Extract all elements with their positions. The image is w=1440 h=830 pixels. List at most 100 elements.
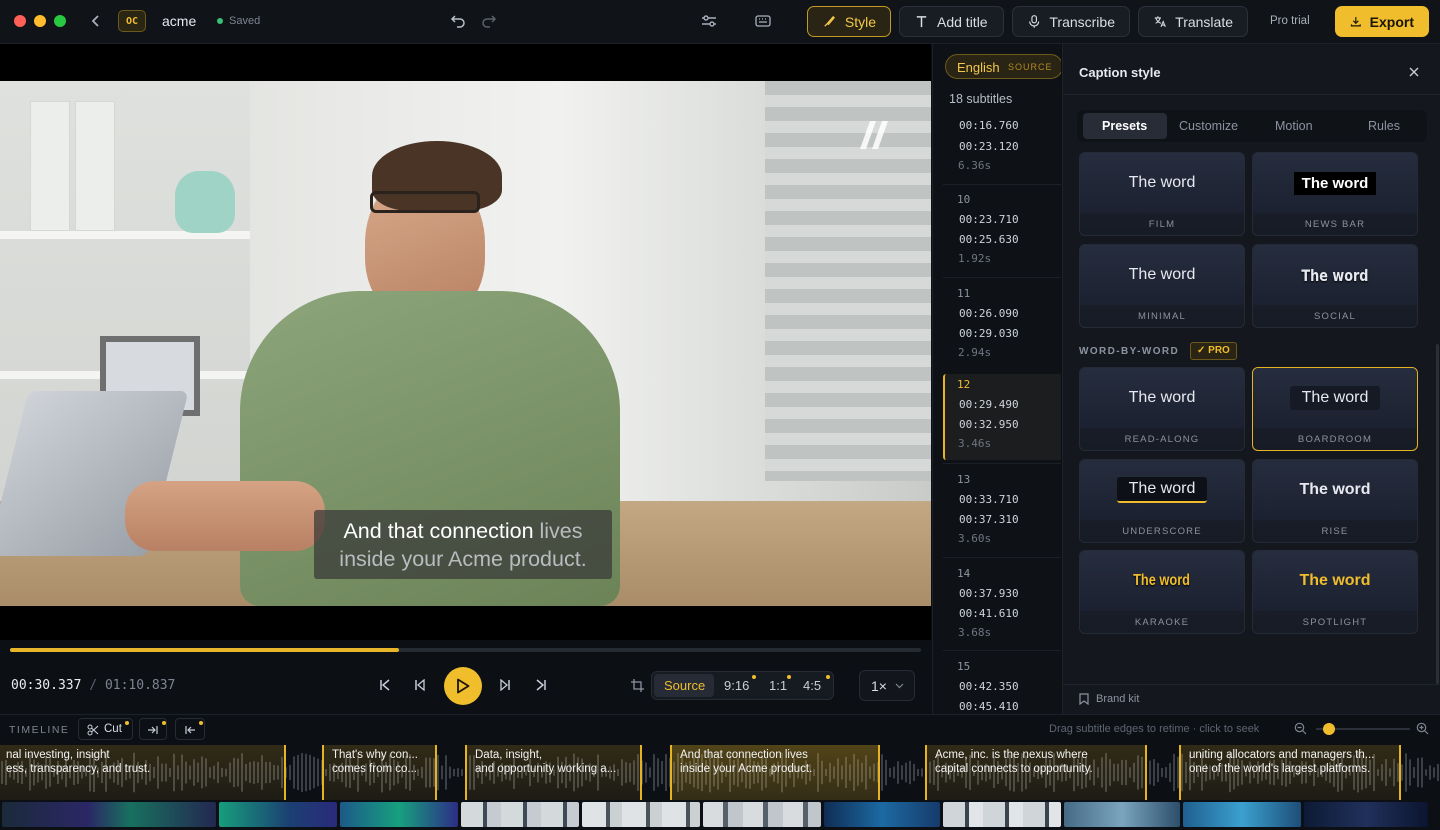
transcribe-button[interactable]: Transcribe	[1012, 6, 1130, 37]
tab-rules[interactable]: Rules	[1368, 119, 1400, 133]
subtitle-segment[interactable]: uniting allocators and managers th... one…	[1179, 745, 1401, 800]
subtitle-segment[interactable]: Acme, inc. is the nexus where capital con…	[925, 745, 1147, 800]
preset-preview: The word	[1080, 153, 1244, 213]
close-window-button[interactable]	[14, 15, 26, 27]
back-chevron-icon[interactable]	[88, 12, 104, 30]
zoom-in-icon[interactable]	[1416, 722, 1429, 735]
preset-label: SOCIAL	[1313, 311, 1357, 322]
total-time: 01:10.837	[104, 678, 176, 693]
cut-button[interactable]: Cut	[78, 718, 133, 740]
video-thumbnail-strip	[582, 802, 700, 827]
subtitle-index: 13	[957, 473, 971, 486]
video-preview[interactable]: And that connection lives inside your Ac…	[0, 44, 931, 640]
preset-label: SPOTLIGHT	[1302, 617, 1368, 628]
project-name[interactable]: acme	[162, 13, 196, 29]
tab-presets[interactable]: Presets	[1102, 119, 1147, 133]
video-thumbnail-strip	[1183, 802, 1301, 827]
step-forward-icon[interactable]	[500, 678, 512, 694]
preset-card-boardroom-selected[interactable]: The word BOARDROOM	[1252, 367, 1418, 451]
zoom-slider-thumb[interactable]	[1323, 723, 1335, 735]
subtitle-end: 00:29.030	[959, 327, 1019, 340]
aspect-9-16[interactable]: 9:16	[724, 678, 749, 693]
subtitle-segment-active[interactable]: And that connection lives inside your Acm…	[670, 745, 880, 800]
translate-button[interactable]: Translate	[1138, 6, 1248, 37]
close-icon[interactable]	[1406, 64, 1422, 80]
preset-sample: The word	[1299, 572, 1371, 589]
subtitle-segment[interactable]: nal investing, insight ess, transparency,…	[0, 745, 286, 800]
vase	[175, 171, 235, 233]
preset-card-social[interactable]: The word SOCIAL	[1252, 244, 1418, 328]
video-thumbnail-strip	[824, 802, 940, 827]
subtitle-item[interactable]: 00:16.760 00:23.120 6.36s	[945, 99, 1060, 185]
preset-sample: The word	[1289, 386, 1381, 410]
panel-scrollbar[interactable]	[1436, 344, 1439, 684]
saved-status: Saved	[229, 15, 261, 27]
subtitle-start: 00:29.490	[959, 398, 1019, 411]
preset-card-rise[interactable]: The word RISE	[1252, 459, 1418, 543]
redo-icon[interactable]	[480, 12, 498, 30]
aspect-ratio-group: Source 9:16 1:1 4:5	[651, 671, 834, 700]
subtitle-item[interactable]: 15 00:42.350 00:45.410	[945, 656, 1060, 714]
brand-kit-link[interactable]: Brand kit	[1096, 693, 1139, 705]
preset-card-karaoke[interactable]: The word KARAOKE	[1079, 550, 1245, 634]
crop-icon[interactable]	[631, 679, 644, 695]
text-icon	[916, 16, 927, 28]
scissors-icon	[87, 724, 99, 736]
subtitle-item-active[interactable]: 12 00:29.490 00:32.950 3.46s	[943, 374, 1061, 460]
video-thumbnail-strip	[703, 802, 821, 827]
preset-card-film[interactable]: The word FILM	[1079, 152, 1245, 236]
segment-line1: And that connection lives	[680, 749, 808, 761]
trim-start-button[interactable]	[175, 718, 205, 740]
preset-card-minimal[interactable]: The word MINIMAL	[1079, 244, 1245, 328]
export-button[interactable]: Export	[1335, 6, 1429, 37]
chevron-down-icon	[895, 683, 904, 689]
aspect-1-1[interactable]: 1:1	[769, 678, 787, 693]
zoom-window-button[interactable]	[54, 15, 66, 27]
preset-preview: The word	[1080, 551, 1244, 611]
tab-motion[interactable]: Motion	[1275, 119, 1313, 133]
pro-dot	[162, 721, 166, 725]
aspect-4-5[interactable]: 4:5	[803, 678, 821, 693]
subtitle-duration: 2.94s	[958, 346, 992, 359]
step-back-icon[interactable]	[413, 678, 425, 694]
style-button[interactable]: Style	[807, 6, 891, 37]
subtitle-item[interactable]: 14 00:37.930 00:41.610 3.68s	[945, 563, 1060, 649]
aspect-source[interactable]: Source	[664, 678, 705, 693]
keyboard-icon[interactable]	[754, 12, 772, 30]
pro-trial-label[interactable]: Pro trial	[1270, 15, 1310, 27]
preset-preview: The word	[1253, 460, 1417, 520]
minimize-window-button[interactable]	[34, 15, 46, 27]
skip-to-end-icon[interactable]	[535, 679, 547, 694]
subtitle-segment[interactable]: That's why con... comes from co...	[322, 745, 437, 800]
segment-line2: ess, transparency, and trust.	[6, 763, 151, 775]
add-title-button[interactable]: Add title	[899, 6, 1004, 37]
preset-card-underscore[interactable]: The word UNDERSCORE	[1079, 459, 1245, 543]
play-button[interactable]	[444, 667, 482, 705]
bookmark-icon	[1079, 693, 1089, 705]
subtitle-item[interactable]: 13 00:33.710 00:37.310 3.60s	[945, 469, 1060, 555]
subtitle-index: 12	[957, 378, 971, 391]
playback-progress[interactable]	[10, 648, 921, 652]
language-pill[interactable]: English SOURCE	[945, 54, 1061, 79]
tab-customize[interactable]: Customize	[1179, 119, 1238, 133]
subtitle-item[interactable]: 11 00:26.090 00:29.030 2.94s	[945, 283, 1060, 369]
subtitle-segment[interactable]: Data, insight, and opportunity working a.…	[465, 745, 642, 800]
subtitle-item[interactable]: 10 00:23.710 00:25.630 1.92s	[945, 189, 1060, 275]
speed-select[interactable]: 1×	[859, 670, 915, 701]
pro-badge: ✓ PRO	[1190, 342, 1237, 360]
preset-label: RISE	[1321, 526, 1349, 537]
trim-end-button[interactable]	[139, 718, 167, 740]
undo-icon[interactable]	[449, 12, 467, 30]
speed-value: 1×	[871, 678, 887, 694]
sliders-icon[interactable]	[700, 12, 718, 30]
subtitle-end: 00:37.310	[959, 513, 1019, 526]
preset-sample: The word	[1301, 265, 1369, 285]
skip-to-start-icon[interactable]	[379, 679, 391, 694]
preset-card-spotlight[interactable]: The word SPOTLIGHT	[1252, 550, 1418, 634]
zoom-out-icon[interactable]	[1294, 722, 1307, 735]
preset-card-read-along[interactable]: The word READ-ALONG	[1079, 367, 1245, 451]
subtitle-start: 00:42.350	[959, 680, 1019, 693]
translate-label: Translate	[1175, 13, 1233, 30]
preset-card-news-bar[interactable]: The word NEWS BAR	[1252, 152, 1418, 236]
panel-title: Caption style	[1079, 65, 1161, 80]
